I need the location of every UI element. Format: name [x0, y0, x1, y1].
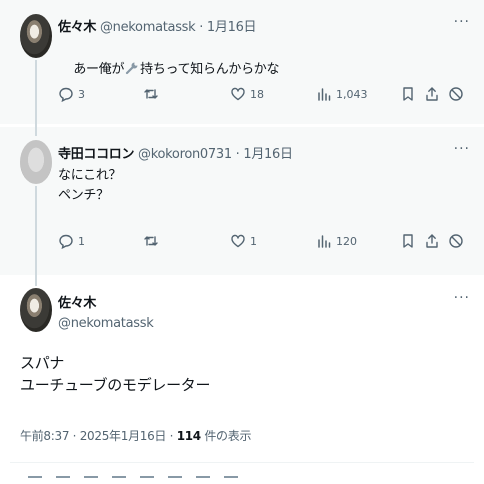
retweet-icon: [144, 89, 158, 99]
analytics-icon: [318, 235, 331, 248]
heart-icon: [231, 87, 245, 101]
tweet-text-part: あー俺が: [73, 62, 125, 77]
reply-button[interactable]: 1: [58, 233, 85, 249]
more-options-button[interactable]: ···: [454, 141, 470, 157]
handle-row: @nekomatassk: [58, 316, 154, 331]
like-count: 18: [250, 87, 264, 101]
separator-dot: ·: [235, 147, 240, 162]
tweet-text: なにこれ？ ペンチ？: [58, 168, 122, 203]
avatar[interactable]: [20, 288, 52, 332]
block-icon: [449, 87, 463, 101]
like-count: 1: [250, 234, 257, 248]
retweet-button[interactable]: [143, 233, 163, 249]
view-count: 1,043: [336, 87, 368, 101]
user-handle[interactable]: @nekomatassk: [58, 316, 154, 331]
tweet-text-part: 持ちって知らんからかな: [140, 62, 280, 77]
thread-line: [35, 186, 37, 286]
tweet-date[interactable]: 1月16日: [243, 147, 293, 162]
tweet-timestamp[interactable]: 午前8:37 · 2025年1月16日 ·: [20, 429, 177, 443]
bookmark-button[interactable]: [400, 233, 416, 249]
display-name[interactable]: 佐々木: [58, 296, 96, 311]
bookmark-button[interactable]: [400, 86, 416, 102]
views-count: 114: [176, 429, 201, 443]
heart-icon: [231, 234, 245, 248]
user-handle[interactable]: @nekomatassk: [100, 20, 196, 35]
divider: [10, 462, 474, 463]
tweet-actions: 3 18 1,043: [58, 86, 472, 106]
share-icon: [426, 234, 438, 248]
tweet-actions: 1 1 120: [58, 233, 472, 253]
bookmark-icon: [403, 234, 413, 248]
display-name[interactable]: 寺田ココロン: [58, 147, 135, 162]
action-bar-cutoff: [28, 476, 288, 479]
retweet-icon: [144, 236, 158, 246]
wrench-icon: [124, 60, 140, 83]
analytics-icon: [318, 88, 331, 101]
more-options-button[interactable]: ···: [454, 14, 470, 30]
tweet-header: 佐々木 @nekomatassk · 1月16日: [58, 16, 257, 35]
share-button[interactable]: [424, 86, 440, 102]
view-count: 120: [336, 234, 357, 248]
views-label: 件の表示: [200, 429, 252, 443]
tweet-header: 寺田ココロン @kokoron0731 · 1月16日: [58, 143, 293, 162]
reply-count: 3: [78, 87, 85, 101]
like-button[interactable]: 1: [230, 233, 257, 249]
display-name[interactable]: 佐々木: [58, 20, 96, 35]
share-button[interactable]: [424, 233, 440, 249]
thread-line: [35, 60, 37, 136]
avatar[interactable]: [20, 140, 52, 184]
reply-button[interactable]: 3: [58, 86, 85, 102]
block-icon: [449, 234, 463, 248]
tweet-date[interactable]: 1月16日: [207, 20, 257, 35]
retweet-button[interactable]: [143, 86, 163, 102]
tweet-text: スパナ ユーチューブのモデレーター: [20, 354, 211, 394]
reply-icon: [59, 234, 73, 249]
share-icon: [426, 87, 438, 101]
more-options-button[interactable]: ···: [454, 290, 470, 306]
views-button[interactable]: 1,043: [316, 86, 368, 102]
reply-icon: [59, 87, 73, 102]
like-button[interactable]: 18: [230, 86, 264, 102]
block-button[interactable]: [448, 86, 464, 102]
block-button[interactable]: [448, 233, 464, 249]
bookmark-icon: [403, 87, 413, 101]
avatar[interactable]: [20, 14, 52, 58]
user-handle[interactable]: @kokoron0731: [138, 147, 232, 162]
display-name-row: 佐々木: [58, 292, 96, 311]
views-button[interactable]: 120: [316, 233, 357, 249]
tweet-meta: 午前8:37 · 2025年1月16日 · 114 件の表示: [20, 427, 251, 444]
separator-dot: ·: [199, 20, 204, 35]
reply-count: 1: [78, 234, 85, 248]
